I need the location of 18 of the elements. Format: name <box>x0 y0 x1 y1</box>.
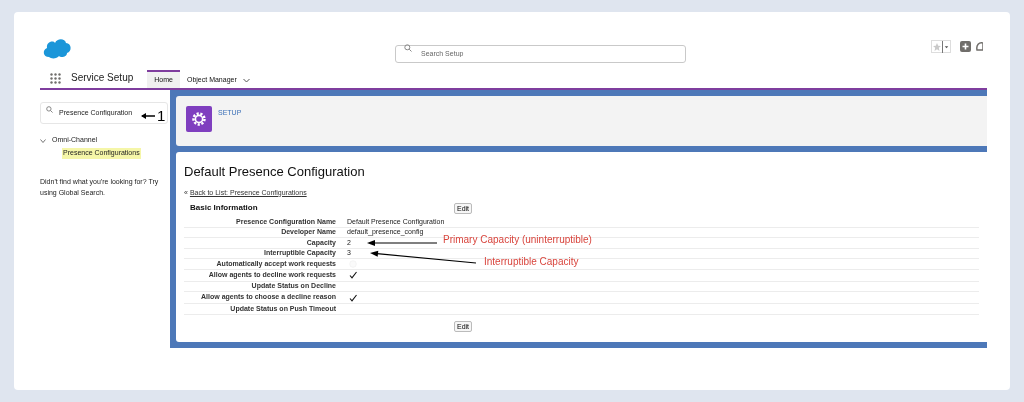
search-icon <box>46 106 53 113</box>
search-icon <box>404 44 412 52</box>
annotation-label: Interruptible Capacity <box>484 254 579 269</box>
annotation-label: Primary Capacity (uninterruptible) <box>443 233 592 247</box>
app-name: Service Setup <box>71 71 134 85</box>
gear-icon <box>186 106 212 132</box>
app-launcher-icon[interactable] <box>50 73 61 84</box>
cloud-logo <box>42 37 72 59</box>
section-title: Basic Information <box>190 202 259 214</box>
annotation-arrow <box>141 112 155 119</box>
annotation-number: 1 <box>157 108 166 123</box>
chevron-down-icon[interactable] <box>40 137 46 144</box>
star-icon <box>932 41 942 52</box>
favorites-button[interactable] <box>931 40 951 53</box>
caret-icon <box>942 40 950 53</box>
chevron-down-icon[interactable] <box>242 77 250 83</box>
page-title: Default Presence Configuration <box>184 163 366 181</box>
add-icon[interactable] <box>960 41 971 52</box>
